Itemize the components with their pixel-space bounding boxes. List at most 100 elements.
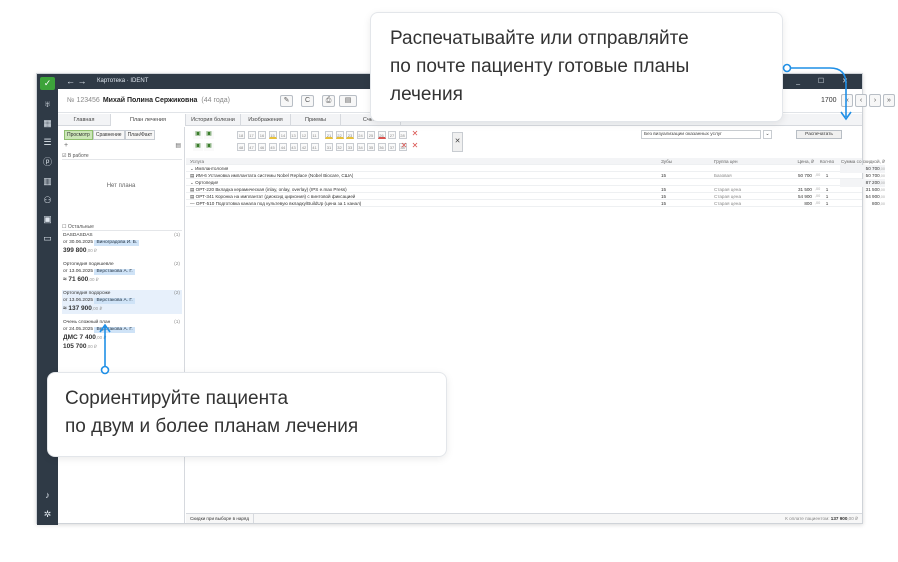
bar-chart-icon[interactable]: ▥ xyxy=(40,175,55,188)
tooth-33[interactable]: 33 xyxy=(346,143,354,151)
tooth-24[interactable]: 24 xyxy=(356,131,365,139)
forward-arrow-icon[interactable]: → xyxy=(78,76,87,86)
table-row[interactable]: — ОРТ-510 Подготовка канала под культеву… xyxy=(186,200,885,207)
tooth-48[interactable]: 48 xyxy=(237,143,245,151)
tab-images[interactable]: Изображения xyxy=(241,114,291,126)
gear-icon[interactable]: ✲ xyxy=(40,508,55,521)
plan-sum: 399 800 xyxy=(63,247,87,254)
tooth-26[interactable]: 26 xyxy=(377,131,386,139)
cell-sum-value: 800 xyxy=(872,201,880,206)
list-icon[interactable]: ☰ xyxy=(40,136,55,149)
in-work-header[interactable]: ☑ В работе xyxy=(62,152,182,160)
people-icon[interactable]: ⚇ xyxy=(40,194,55,207)
print-icon[interactable]: ⎙ xyxy=(322,95,335,107)
tooth-46[interactable]: 46 xyxy=(258,143,266,151)
cell-price-group: Старая цена xyxy=(714,201,742,206)
back-record-button[interactable]: ‹ xyxy=(855,94,867,107)
close-icon[interactable]: ✕ xyxy=(411,142,419,151)
chevron-down-icon[interactable]: ⌄ xyxy=(763,130,772,139)
tooth-25[interactable]: 25 xyxy=(367,131,375,139)
plan-sum-2: 105 700 xyxy=(63,343,87,350)
close-icon[interactable]: ✕ xyxy=(400,142,408,151)
tooth-14[interactable]: 14 xyxy=(279,131,287,139)
tooth-22[interactable]: 22 xyxy=(335,131,344,139)
tab-history[interactable]: История болезни xyxy=(186,114,241,126)
add-plan-button[interactable]: + xyxy=(64,142,68,149)
jaw-icon[interactable]: ▣ xyxy=(204,131,214,139)
tooth-34[interactable]: 34 xyxy=(356,143,365,151)
chart-icon[interactable]: ▦ xyxy=(40,117,55,130)
plan-item-selected[interactable]: Ортопедия подороже (2) от 13.06.2025 Вер… xyxy=(62,290,182,314)
tooth-35[interactable]: 35 xyxy=(367,143,375,151)
tooth-42[interactable]: 42 xyxy=(300,143,308,151)
tab-treatment-plan[interactable]: План лечения xyxy=(111,114,186,126)
dental-chart: 18 17 16 15 14 13 12 11 21 22 23 24 25 26 27 28 48 47 46 45… xyxy=(189,130,439,155)
table-row[interactable]: ▤ ОРТ-220 Вкладка керамическая (inlay, o… xyxy=(186,186,885,193)
tooth-43[interactable]: 43 xyxy=(289,143,298,151)
check-logo-icon[interactable]: ✓ xyxy=(40,77,55,90)
tab-visits[interactable]: Приемы xyxy=(291,114,341,126)
tooth-36[interactable]: 36 xyxy=(377,143,386,151)
plans-list-pane: Просмотр Сравнение План/Факт + ▤ ☑ В работ… xyxy=(58,127,185,523)
tooth-28[interactable]: 28 xyxy=(398,131,407,139)
tooth-23[interactable]: 23 xyxy=(346,131,354,139)
tooth-21[interactable]: 21 xyxy=(325,131,333,139)
table-group-row[interactable]: ⌄ Имплантология 50 700,00 xyxy=(186,165,885,173)
table-row[interactable]: ▤ ИМ-6 Установка имплантата системы Nobe… xyxy=(186,172,885,179)
visualization-filter-select[interactable]: Без визуализации оказанных услуг xyxy=(641,130,761,139)
tooth-32[interactable]: 32 xyxy=(335,143,344,151)
close-icon[interactable]: ✕ xyxy=(411,130,419,139)
tab-main[interactable]: Главная xyxy=(58,114,111,126)
refresh-button[interactable]: C xyxy=(301,95,314,107)
view-tab-compare[interactable]: Сравнение xyxy=(92,130,125,140)
tooth-icon[interactable]: ▣ xyxy=(193,143,203,151)
plan-item[interactable]: Очень сложный план (1) от 24.05.2025 Вер… xyxy=(62,319,182,352)
nav-arrows[interactable]: ← → xyxy=(66,74,87,89)
plan-item[interactable]: Ортопедия подешевле (2) от 13.06.2025 Ве… xyxy=(62,261,182,285)
forward-record-button[interactable]: › xyxy=(869,94,881,107)
view-tab-preview[interactable]: Просмотр xyxy=(64,130,93,140)
prev-record-button[interactable]: « xyxy=(841,94,853,107)
jaw-icon[interactable]: ▣ xyxy=(204,143,214,151)
tooth-27[interactable]: 27 xyxy=(388,131,396,139)
table-row[interactable]: ▤ ОРТ-341 Коронка на имплантат (диоксид … xyxy=(186,193,885,200)
bell-icon[interactable]: ♪ xyxy=(40,489,55,502)
ruble-icon[interactable]: ⓟ xyxy=(40,156,55,169)
others-header[interactable]: ☐ Остальные xyxy=(62,223,182,231)
print-button[interactable]: Распечатать xyxy=(796,130,842,139)
tooth-37[interactable]: 37 xyxy=(388,143,396,151)
tooth-12[interactable]: 12 xyxy=(300,131,308,139)
services-table: Услуга Зубы Группа цен Цена, ₽ Кол-во Су… xyxy=(186,158,885,220)
calendar-icon[interactable]: ▣ xyxy=(40,213,55,226)
callout-print: Распечатывайте или отправляйте по почте … xyxy=(370,12,783,122)
back-arrow-icon[interactable]: ← xyxy=(66,76,75,86)
plan-sum: ≈ 137 900 xyxy=(63,305,92,312)
tooth-45[interactable]: 45 xyxy=(268,143,277,151)
window-controls[interactable]: _ ☐ ✕ xyxy=(796,74,856,89)
edit-button[interactable]: ✎ xyxy=(280,95,293,107)
plan-footer: Скидки при выборе в наряд К оплате пацие… xyxy=(186,513,862,523)
tooth-31[interactable]: 31 xyxy=(325,143,333,151)
plan-options-icon[interactable]: ▤ xyxy=(175,142,181,149)
tooth-15[interactable]: 15 xyxy=(268,131,277,139)
table-group-row[interactable]: ⌄ Ортопедия 87 200,00 xyxy=(186,179,885,187)
tooth-17[interactable]: 17 xyxy=(247,131,256,139)
tooth-16[interactable]: 16 xyxy=(258,131,266,139)
cell-sum-value: 87 200 xyxy=(865,180,880,185)
patient-id: № 123456 xyxy=(67,97,100,104)
tooth-icon[interactable]: ♅ xyxy=(40,98,55,111)
close-chart-button[interactable]: ✕ xyxy=(452,132,463,152)
card-menu-button[interactable]: ▤ xyxy=(339,95,357,107)
chat-icon[interactable]: ▭ xyxy=(40,232,55,245)
tooth-18[interactable]: 18 xyxy=(237,131,245,139)
view-tab-plan-fact[interactable]: План/Факт xyxy=(124,130,156,140)
tooth-47[interactable]: 47 xyxy=(247,143,256,151)
tooth-41[interactable]: 41 xyxy=(310,143,319,151)
next-record-button[interactable]: » xyxy=(883,94,895,107)
tooth-11[interactable]: 11 xyxy=(310,131,319,139)
tooth-13[interactable]: 13 xyxy=(289,131,298,139)
discounts-button[interactable]: Скидки при выборе в наряд xyxy=(190,514,255,523)
tooth-44[interactable]: 44 xyxy=(279,143,287,151)
tooth-icon[interactable]: ▣ xyxy=(193,131,203,139)
plan-item[interactable]: DASDASDAS (1) от 30.06.2025 Виноградова … xyxy=(62,232,182,256)
